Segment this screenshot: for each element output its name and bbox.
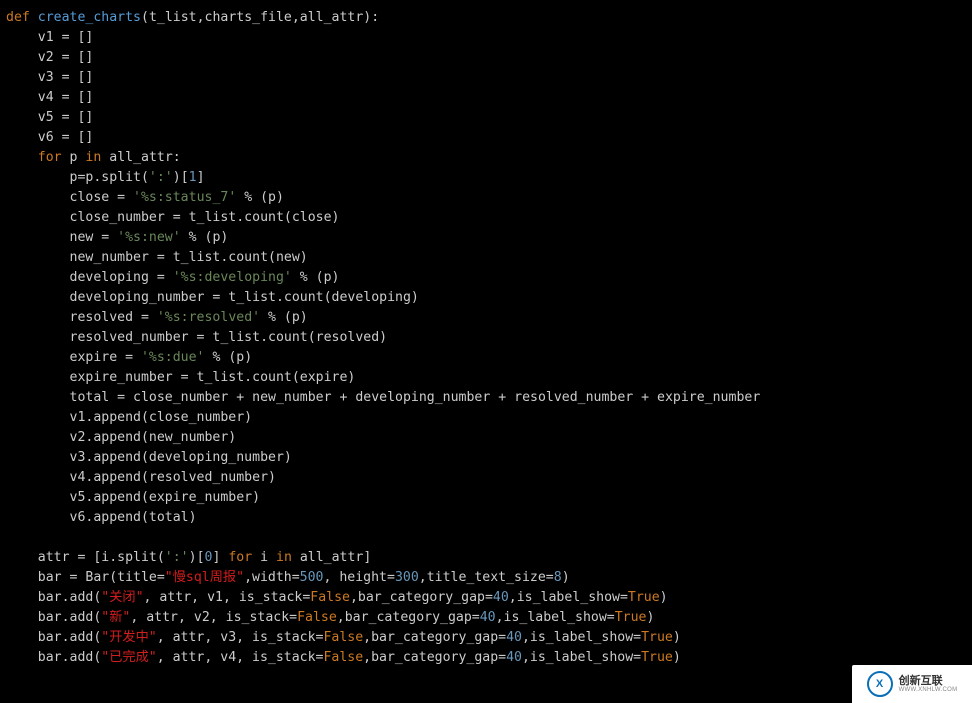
code-line: attr = [i.split(':')[0] for i in all_att… [6,550,371,565]
string-literal: "关闭" [101,590,143,605]
number-literal: 8 [554,570,562,585]
bool-literal: False [297,610,337,625]
code-line: expire_number = t_list.count(expire) [6,370,355,385]
code-line: v1 = [] [6,30,93,45]
keyword-for: for [38,150,62,165]
number-literal: 40 [493,590,509,605]
logo-cn: 创新互联 [899,675,958,687]
string-literal: '%s:new' [117,230,181,245]
bool-literal: True [641,650,673,665]
logo-text: 创新互联 WWW.XNHLW.COM [899,675,958,694]
string-literal: '%s:due' [141,350,205,365]
number-literal: 40 [480,610,496,625]
params: (t_list,charts_file,all_attr): [141,10,379,25]
code-line: developing = '%s:developing' % (p) [6,270,339,285]
logo-icon: X [867,671,893,697]
keyword-in: in [85,150,101,165]
code-line: v2.append(new_number) [6,430,236,445]
code-line: resolved_number = t_list.count(resolved) [6,330,387,345]
code-line: bar.add("开发中", attr, v3, is_stack=False,… [6,630,681,645]
code-line: close = '%s:status_7' % (p) [6,190,284,205]
code-line: v4 = [] [6,90,93,105]
code-line: v1.append(close_number) [6,410,252,425]
number-literal: 40 [506,650,522,665]
code-line: bar.add("新", attr, v2, is_stack=False,ba… [6,610,654,625]
bool-literal: True [641,630,673,645]
string-literal: ':' [165,550,189,565]
code-line: for p in all_attr: [6,150,181,165]
string-literal: "开发中" [101,630,156,645]
number-literal: 500 [300,570,324,585]
string-literal: ':' [149,170,173,185]
code-line: v5.append(expire_number) [6,490,260,505]
code-line: bar.add("关闭", attr, v1, is_stack=False,b… [6,590,668,605]
code-line: bar.add("已完成", attr, v4, is_stack=False,… [6,650,681,665]
string-literal: "已完成" [101,650,156,665]
string-literal: '%s:status_7' [133,190,236,205]
number-literal: 1 [189,170,197,185]
code-line: v4.append(resolved_number) [6,470,276,485]
code-line: v6 = [] [6,130,93,145]
code-line: def create_charts(t_list,charts_file,all… [6,10,379,25]
code-line: v5 = [] [6,110,93,125]
code-line: p=p.split(':')[1] [6,170,205,185]
bool-literal: False [323,630,363,645]
code-line: bar = Bar(title="慢sql周报",width=500, heig… [6,570,570,585]
code-line: new_number = t_list.count(new) [6,250,308,265]
code-line: resolved = '%s:resolved' % (p) [6,310,308,325]
string-literal: "慢sql周报" [165,570,244,585]
code-block: def create_charts(t_list,charts_file,all… [0,0,972,676]
watermark-logo: X 创新互联 WWW.XNHLW.COM [852,665,972,703]
number-literal: 300 [395,570,419,585]
keyword-in: in [276,550,292,565]
code-line: v3 = [] [6,70,93,85]
code-line: v3.append(developing_number) [6,450,292,465]
string-literal: '%s:resolved' [157,310,260,325]
string-literal: "新" [101,610,130,625]
bool-literal: False [323,650,363,665]
keyword-for: for [228,550,252,565]
code-line: new = '%s:new' % (p) [6,230,228,245]
function-name: create_charts [38,10,141,25]
bool-literal: False [310,590,350,605]
code-line: v6.append(total) [6,510,197,525]
keyword-def: def [6,10,30,25]
code-line: v2 = [] [6,50,93,65]
number-literal: 40 [506,630,522,645]
logo-en: WWW.XNHLW.COM [899,687,958,694]
bool-literal: True [628,590,660,605]
code-line: expire = '%s:due' % (p) [6,350,252,365]
string-literal: '%s:developing' [173,270,292,285]
code-line: total = close_number + new_number + deve… [6,390,760,405]
code-line: close_number = t_list.count(close) [6,210,339,225]
bool-literal: True [615,610,647,625]
code-line: developing_number = t_list.count(develop… [6,290,419,305]
